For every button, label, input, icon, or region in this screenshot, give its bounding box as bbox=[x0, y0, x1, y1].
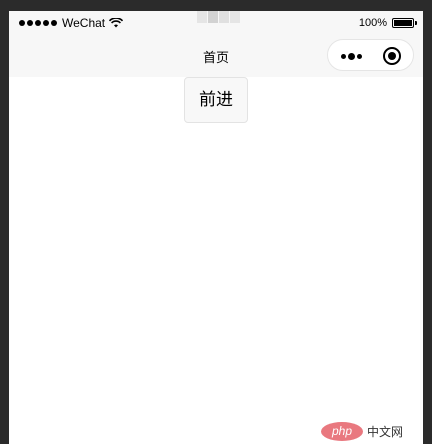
navigation-bar: 首页 bbox=[9, 35, 423, 77]
site-watermark: php 中文网 bbox=[321, 418, 423, 444]
status-bar: WeChat 100% bbox=[9, 11, 423, 35]
phone-screen: WeChat 100% 首页 前进 php 中文网 bbox=[9, 11, 423, 444]
signal-dot-icon bbox=[35, 20, 41, 26]
signal-dot-icon bbox=[51, 20, 57, 26]
signal-dot-icon bbox=[43, 20, 49, 26]
signal-dot-icon bbox=[27, 20, 33, 26]
watermark-text: 中文网 bbox=[367, 424, 404, 439]
battery-percentage: 100% bbox=[358, 17, 387, 29]
close-miniprogram-icon[interactable] bbox=[383, 47, 401, 65]
menu-capsule bbox=[327, 39, 414, 71]
capsule-divider bbox=[371, 48, 372, 64]
battery-icon bbox=[392, 18, 417, 28]
wifi-icon bbox=[109, 18, 124, 28]
signal-indicator: WeChat bbox=[19, 16, 124, 30]
php-logo-icon: php bbox=[321, 421, 363, 441]
more-options-icon[interactable] bbox=[338, 49, 364, 63]
battery-indicator: 100% bbox=[358, 17, 417, 29]
carrier-name: WeChat bbox=[62, 16, 106, 30]
forward-button[interactable]: 前进 bbox=[184, 77, 248, 123]
signal-dot-icon bbox=[19, 20, 25, 26]
time-display bbox=[197, 11, 259, 31]
